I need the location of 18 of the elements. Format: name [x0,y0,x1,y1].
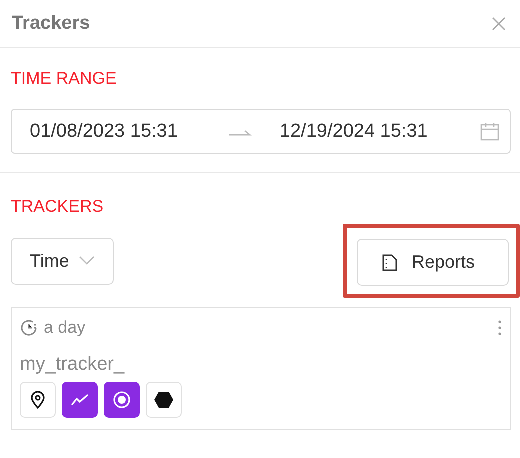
tracker-name: my_tracker_ [20,354,125,376]
clock-icon [20,319,38,337]
sort-select[interactable]: Time [11,238,114,284]
document-icon [382,254,398,272]
interval-label: a day [44,318,86,338]
trend-line-icon [71,394,89,406]
target-icon [113,391,131,409]
chevron-down-icon [79,256,96,266]
location-pin-icon [30,391,46,409]
reports-button[interactable]: Reports [357,239,509,286]
section-heading: TIME RANGE [11,69,117,89]
hexagon-icon [154,391,174,409]
toggle-button[interactable] [62,382,98,418]
more-options-icon[interactable] [498,319,502,337]
panel-title: Trackers [12,12,90,34]
toggle-button[interactable] [104,382,140,418]
date-range-field[interactable]: 01/08/2023 15:31 12/19/2024 15:31 [11,109,511,154]
section-heading: TRACKERS [11,197,104,217]
